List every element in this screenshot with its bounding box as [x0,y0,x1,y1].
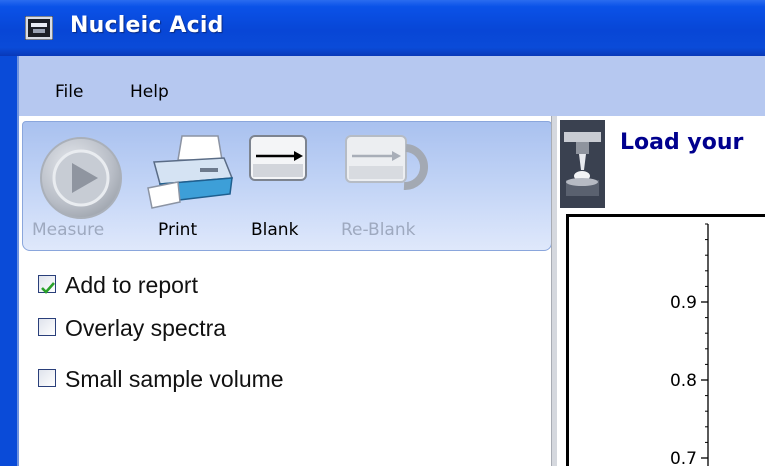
checkmark-icon [41,282,55,294]
menu-help[interactable]: Help [130,82,169,102]
y-tick-label: 0.9 [670,293,697,313]
small-sample-volume-checkbox[interactable] [38,369,56,387]
small-sample-volume-label: Small sample volume [65,366,284,392]
spectrum-chart: 0.9 0.8 0.7 [566,214,765,466]
pedestal-icon [560,120,605,208]
window-frame-left [0,56,17,466]
print-button-label[interactable]: Print [158,220,197,240]
y-tick-label: 0.8 [670,371,697,391]
add-to-report-checkbox[interactable] [38,275,56,294]
printer-icon[interactable] [144,132,236,210]
reblank-icon[interactable] [344,134,432,192]
overlay-spectra-checkbox[interactable] [38,318,56,336]
reblank-button-label[interactable]: Re-Blank [341,220,415,240]
menu-bar: File Help [17,56,765,116]
blank-button-label[interactable]: Blank [251,220,298,240]
add-to-report-label: Add to report [65,272,198,298]
app-icon [25,16,53,40]
status-message: Load your [620,130,744,155]
window-title: Nucleic Acid [70,13,224,38]
measure-icon[interactable] [38,135,124,221]
y-tick-label: 0.7 [670,449,697,466]
menu-file[interactable]: File [55,82,83,102]
overlay-spectra-label: Overlay spectra [65,315,227,341]
measure-button-label[interactable]: Measure [32,220,104,240]
blank-icon[interactable] [248,134,308,184]
chart-frame [566,214,765,466]
